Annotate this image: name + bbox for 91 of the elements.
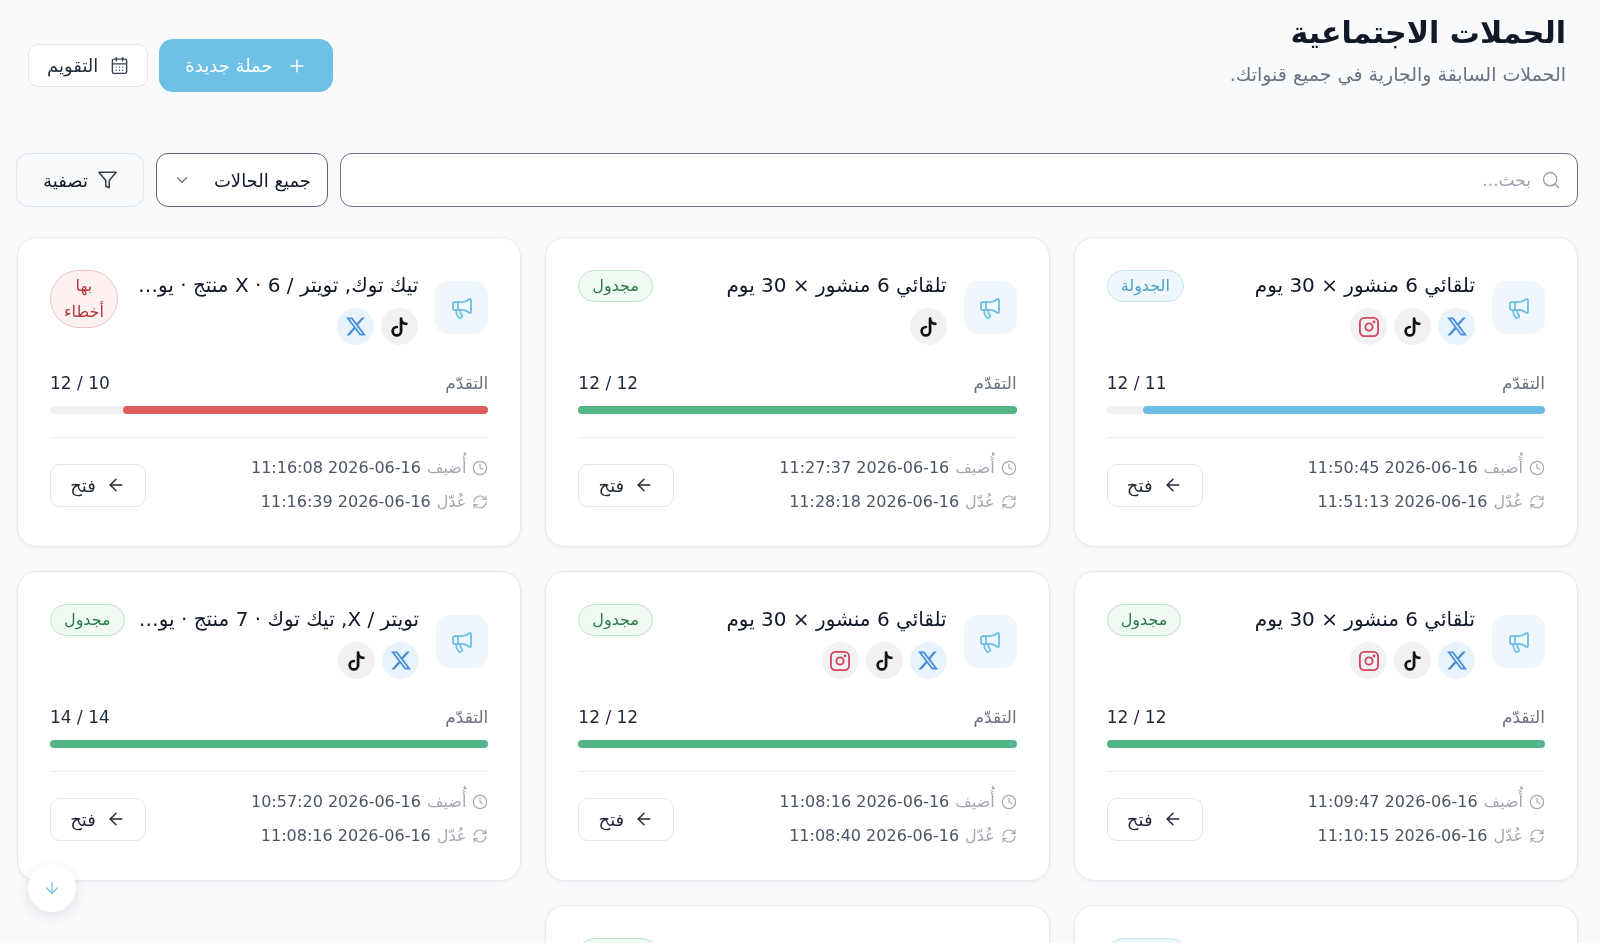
refresh-icon — [1529, 494, 1545, 510]
campaign-title: تلقائي 6 منشور × 30 يوم — [1254, 606, 1475, 634]
megaphone-icon — [1492, 615, 1545, 668]
megaphone-icon — [436, 615, 489, 668]
campaign-title: تويتر / X, تيك توك · 7 منتج · يو… — [138, 606, 420, 633]
x-logo-icon — [1438, 642, 1475, 679]
timestamp-value: 2026-06-16 11:51:13 — [1317, 491, 1488, 513]
clock-icon — [1529, 460, 1545, 476]
status-badge: الجدولة — [1106, 270, 1184, 302]
search-field[interactable]: بحث... — [340, 153, 1578, 207]
timestamp-value: 2026-06-16 11:10:15 — [1317, 825, 1488, 847]
timestamp-value: 2026-06-16 11:08:16 — [260, 825, 431, 847]
tiktok-logo-icon — [909, 308, 947, 345]
progress-label: التقدّم — [973, 372, 1017, 395]
refresh-icon — [472, 494, 489, 510]
timestamp-value: 2026-06-16 11:50:45 — [1307, 457, 1478, 479]
timestamp-label: عُدّل — [436, 491, 467, 513]
clock-icon — [472, 460, 489, 476]
open-button[interactable]: فتح — [50, 463, 146, 507]
status-badge: مجدول — [578, 270, 653, 302]
refresh-icon — [1529, 828, 1545, 844]
timestamp-value: 2026-06-16 10:57:20 — [251, 791, 421, 813]
timestamp-label: عُدّل — [965, 825, 995, 847]
x-logo-icon — [382, 642, 420, 679]
clock-icon — [1529, 794, 1545, 810]
open-button[interactable]: فتح — [50, 797, 146, 841]
tiktok-logo-icon — [381, 308, 419, 345]
campaign-title: تلقائي 6 منشور × 30 يوم — [1254, 272, 1475, 300]
campaign-title: تلقائي 6 منشور × 30 يوم — [726, 606, 947, 634]
timestamp-value: 2026-06-16 11:27:37 — [779, 457, 950, 479]
progress-count: 12 / 12 — [578, 372, 639, 395]
calendar-button[interactable]: التقويم — [28, 44, 149, 87]
progress-count: 12 / 12 — [1106, 706, 1167, 729]
page-title: الحملات الاجتماعية — [1290, 14, 1566, 52]
refresh-icon — [472, 828, 489, 844]
status-badge: مجدول — [50, 604, 125, 636]
tiktok-logo-icon — [1394, 642, 1431, 679]
campaign-title: تيك توك, تويتر / X · 6 منتج · يو… — [137, 272, 419, 299]
tiktok-logo-icon — [1394, 308, 1431, 345]
refresh-icon — [1000, 494, 1017, 510]
calendar-icon — [110, 56, 130, 75]
timestamp-label: عُدّل — [1493, 491, 1523, 513]
progress-label: التقدّم — [445, 706, 489, 729]
progress-label: التقدّم — [973, 706, 1017, 729]
open-button[interactable]: فتح — [1106, 463, 1203, 507]
instagram-logo-icon — [821, 642, 859, 679]
filter-icon — [97, 171, 117, 189]
page-subtitle: الحملات السابقة والجارية في جميع قنواتك. — [1229, 62, 1566, 88]
status-select[interactable]: جميع الحالات — [156, 153, 328, 207]
timestamp-label: عُدّل — [1493, 825, 1523, 847]
timestamp-value: 2026-06-16 11:16:08 — [251, 457, 421, 479]
timestamp-value: 2026-06-16 11:09:47 — [1307, 791, 1478, 813]
filter-button[interactable]: تصفية — [16, 153, 144, 207]
status-badge: بها أخطاء — [50, 270, 118, 328]
refresh-icon — [1000, 828, 1017, 844]
clock-icon — [472, 794, 489, 810]
open-button[interactable]: فتح — [578, 797, 675, 841]
megaphone-icon — [435, 281, 489, 334]
instagram-logo-icon — [1350, 642, 1387, 679]
timestamp-value: 2026-06-16 11:08:16 — [779, 791, 950, 813]
scroll-down-button[interactable] — [28, 864, 76, 912]
open-button[interactable]: فتح — [1106, 797, 1203, 841]
x-logo-icon — [337, 308, 375, 345]
x-logo-icon — [909, 642, 947, 679]
instagram-logo-icon — [1350, 308, 1387, 345]
search-icon — [1541, 170, 1561, 190]
timestamp-value: 2026-06-16 11:28:18 — [789, 491, 960, 513]
arrow-down-icon — [43, 879, 61, 897]
progress-label: التقدّم — [1501, 706, 1545, 729]
timestamp-label: عُدّل — [436, 825, 467, 847]
megaphone-icon — [1492, 281, 1545, 334]
open-button[interactable]: فتح — [578, 463, 675, 507]
progress-count: 11 / 12 — [1106, 372, 1167, 395]
campaign-title: تلقائي 6 منشور × 30 يوم — [726, 272, 947, 300]
megaphone-icon — [963, 615, 1017, 668]
tiktok-logo-icon — [865, 642, 903, 679]
clock-icon — [1000, 460, 1017, 476]
progress-count: 14 / 14 — [50, 706, 110, 729]
clock-icon — [1000, 794, 1017, 810]
timestamp-value: 2026-06-16 11:16:39 — [260, 491, 431, 513]
progress-count: 10 / 12 — [50, 372, 110, 395]
progress-count: 12 / 12 — [578, 706, 639, 729]
timestamp-value: 2026-06-16 11:08:40 — [789, 825, 960, 847]
status-badge: مجدول — [578, 604, 653, 636]
tiktok-logo-icon — [338, 642, 376, 679]
status-badge: مجدول — [1106, 604, 1182, 636]
x-logo-icon — [1438, 308, 1475, 345]
progress-label: التقدّم — [1501, 372, 1545, 395]
progress-label: التقدّم — [445, 372, 489, 395]
timestamp-label: عُدّل — [965, 491, 995, 513]
megaphone-icon — [963, 281, 1017, 334]
